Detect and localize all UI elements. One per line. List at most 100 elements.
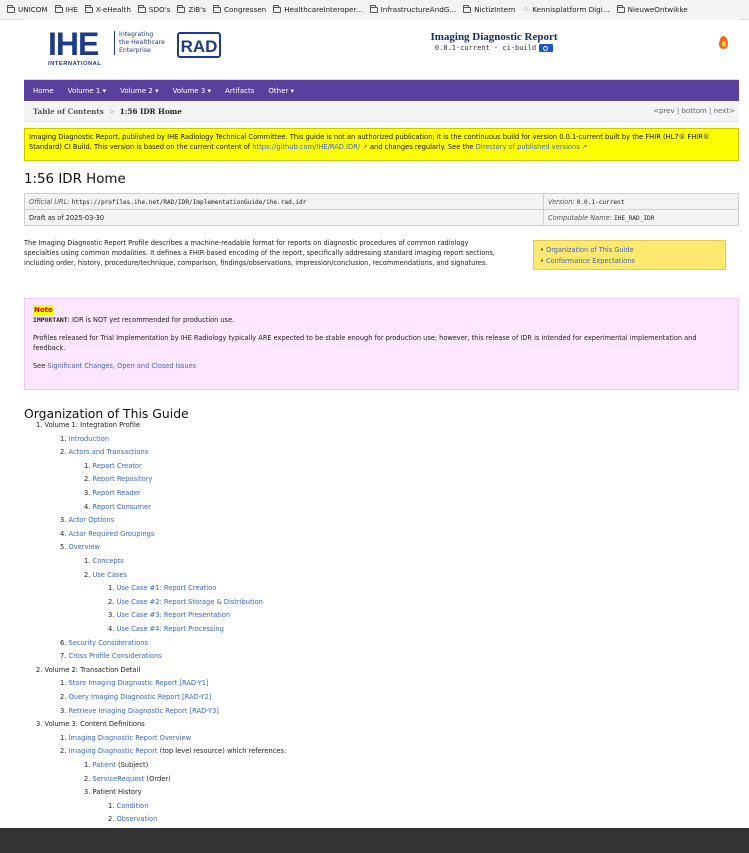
outline-link-item[interactable]: 3. Retrieve Imaging Diagnostic Report [R… xyxy=(60,707,219,716)
outline-link-item[interactable]: 2. Use Case #2: Report Storage & Distrib… xyxy=(108,598,263,607)
outline-text[interactable]: Report Repository xyxy=(93,475,153,483)
outline-link-item[interactable]: 1. Imaging Diagnostic Report Overview xyxy=(60,734,191,743)
outline-link-item[interactable]: 1. Report Creator xyxy=(84,462,142,471)
ihe-logo[interactable]: IHE xyxy=(48,28,99,60)
outline-link-item[interactable]: 1. Use Case #1: Report Creation xyxy=(108,584,216,593)
outline-text[interactable]: Imaging Diagnostic Report xyxy=(69,747,158,755)
bookmark-item[interactable]: NictizIntern xyxy=(463,4,515,14)
bookmark-item[interactable]: InfrastructureAndG... xyxy=(369,4,456,14)
outline-text[interactable]: ServiceRequest xyxy=(93,775,145,783)
outline-link-item[interactable]: 1. Introduction xyxy=(60,435,109,444)
outline-text[interactable]: Patient xyxy=(93,761,116,769)
github-link[interactable]: https://github.com/IHE/RAD.IDR/ xyxy=(252,143,360,151)
official-url-cell: Official URL: https://profiles.ihe.net/R… xyxy=(24,193,544,210)
outline-link-item[interactable]: 1. Condition xyxy=(108,802,148,811)
tagline-line: Enterprise xyxy=(119,47,151,54)
outline-text[interactable]: Report Creator xyxy=(93,462,142,470)
folder-icon xyxy=(137,4,146,13)
outline-text[interactable]: Introduction xyxy=(69,435,110,443)
outline-link-item[interactable]: 2. Imaging Diagnostic Report (top level … xyxy=(60,747,286,756)
outline-link-item[interactable]: 6. Security Considerations xyxy=(60,639,148,648)
outline-text[interactable]: Store Imaging Diagnostic Report [RAD-Y1] xyxy=(69,679,209,687)
outline-text[interactable]: Condition xyxy=(117,802,149,810)
nav-artifacts[interactable]: Artifacts xyxy=(225,87,254,95)
outline-text[interactable]: Report Consumer xyxy=(93,503,151,511)
outline-link-item[interactable]: 1. Patient (Subject) xyxy=(84,761,148,770)
bookmark-item[interactable]: HealthcareInteroper... xyxy=(273,4,363,14)
outline-text[interactable]: Overview xyxy=(69,543,101,551)
outline-text[interactable]: Actor Options xyxy=(69,516,115,524)
official-url: https://profiles.ihe.net/RAD/IDR/Impleme… xyxy=(71,198,307,206)
nav-home[interactable]: Home xyxy=(33,87,54,95)
outline-link-item[interactable]: 4. Use Case #4: Report Processing xyxy=(108,625,224,634)
bookmark-label: NieuweOntwikke xyxy=(627,5,688,14)
toc-link-conformance[interactable]: Conformance Expectations xyxy=(540,256,719,267)
folder-icon xyxy=(273,4,282,13)
nav-other[interactable]: Other ▾ xyxy=(268,87,294,95)
outline-text[interactable]: Actor Required Groupings xyxy=(69,530,155,538)
outline-text: Volume 3: Content Definitions xyxy=(44,720,145,729)
published-versions-link[interactable]: Directory of published versions xyxy=(476,143,580,151)
bookmark-item[interactable]: UNICOM xyxy=(7,4,48,14)
external-link-icon: ↗ xyxy=(360,143,368,151)
outline-link-item[interactable]: 1. Concepts xyxy=(84,557,124,566)
outline-text[interactable]: Use Cases xyxy=(93,571,127,579)
outline-text[interactable]: Use Case #3: Report Presentation xyxy=(117,611,231,619)
note-line-2: Profiles released for Trial Implementati… xyxy=(33,334,697,352)
breadcrumb-toc-link[interactable]: Table of Contents xyxy=(33,107,104,116)
outline-text[interactable]: Concepts xyxy=(93,557,124,565)
outline-link-item[interactable]: 2. Observation xyxy=(108,815,157,824)
nav-volume-2[interactable]: Volume 2 ▾ xyxy=(120,87,158,95)
breadcrumb-current: 1:56 IDR Home xyxy=(119,106,182,116)
outline-link-item[interactable]: 3. Use Case #3: Report Presentation xyxy=(108,611,230,620)
page-title: 1:56 IDR Home xyxy=(24,172,126,187)
outline-link-item[interactable]: 2. ServiceRequest (Order) xyxy=(84,775,171,784)
outline-link-item[interactable]: 7. Cross Profile Considerations xyxy=(60,652,162,661)
nav-volume-1[interactable]: Volume 1 ▾ xyxy=(68,87,106,95)
outline-link-item[interactable]: 2. Actors and Transactions xyxy=(60,448,148,457)
outline-text[interactable]: Imaging Diagnostic Report Overview xyxy=(69,734,192,742)
outline-link-item[interactable]: 4. Report Consumer xyxy=(84,503,151,512)
outline-text[interactable]: Report Reader xyxy=(93,489,141,497)
outline-text[interactable]: Security Considerations xyxy=(69,639,148,647)
outline-link-item[interactable]: 2. Query Imaging Diagnostic Report [RAD-… xyxy=(60,693,211,702)
outline-link-item[interactable]: 3. Actor Options xyxy=(60,516,114,525)
outline-link-item[interactable]: 2. Report Repository xyxy=(84,475,152,484)
organization-heading: Organization of This Guide xyxy=(24,406,189,421)
outline-text[interactable]: Cross Profile Considerations xyxy=(69,652,162,660)
outline-text: Volume 2: Transaction Detail xyxy=(44,665,141,674)
outline-link-item[interactable]: 5. Overview xyxy=(60,543,100,552)
bookmark-item[interactable]: SDO's xyxy=(137,4,170,14)
outline-link-item[interactable]: 1. Store Imaging Diagnostic Report [RAD-… xyxy=(60,679,209,688)
rad-logo[interactable]: RAD xyxy=(177,32,221,58)
ihe-logo-international: INTERNATIONAL xyxy=(48,61,102,67)
bookmark-item[interactable]: NieuweOntwikke xyxy=(616,4,688,14)
bookmark-item[interactable]: X-eHealth xyxy=(84,4,131,14)
outline-text[interactable]: Use Case #1: Report Creation xyxy=(117,584,217,592)
build-badge-icon[interactable] xyxy=(539,44,554,52)
bookmark-label: UNICOM xyxy=(18,5,48,14)
outline-text[interactable]: Query Imaging Diagnostic Report [RAD-Y2] xyxy=(69,693,212,701)
bookmark-item[interactable]: ⁘ Kennisplatform Digi... xyxy=(522,5,609,14)
outline-text[interactable]: Use Case #4: Report Processing xyxy=(117,625,224,633)
significant-changes-link[interactable]: Significant Changes, Open and Closed Iss… xyxy=(47,362,196,370)
computable-name-cell: Computable Name: IHE_RAD_IDR xyxy=(543,209,739,226)
outline-text[interactable]: Actors and Transactions xyxy=(69,448,149,456)
bookmark-item[interactable]: ZiB's xyxy=(177,4,206,14)
outline-link-item[interactable]: 3. Report Reader xyxy=(84,489,141,498)
outline-item: 2. Volume 2: Transaction Detail xyxy=(36,666,140,675)
apps-icon: ⁘ xyxy=(522,5,530,14)
toc-link-organization[interactable]: Organization of This Guide xyxy=(540,245,719,256)
prev-next-links[interactable]: <prev | bottom | next> xyxy=(653,107,735,115)
nav-volume-3[interactable]: Volume 3 ▾ xyxy=(173,87,211,95)
outline-text[interactable]: Use Case #2: Report Storage & Distributi… xyxy=(117,598,263,606)
draft-date: Draft as of 2025-03-30 xyxy=(24,209,544,226)
outline-link-item[interactable]: 2. Use Cases xyxy=(84,571,127,580)
bookmark-item[interactable]: IHE xyxy=(54,4,78,14)
fhir-flame-icon[interactable] xyxy=(719,36,728,49)
publication-warning: Imaging Diagnostic Report, published by … xyxy=(24,128,739,161)
outline-text[interactable]: Observation xyxy=(117,815,158,823)
outline-text[interactable]: Retrieve Imaging Diagnostic Report [RAD-… xyxy=(69,707,219,715)
bookmark-item[interactable]: Congressen xyxy=(212,4,266,14)
outline-link-item[interactable]: 4. Actor Required Groupings xyxy=(60,530,154,539)
